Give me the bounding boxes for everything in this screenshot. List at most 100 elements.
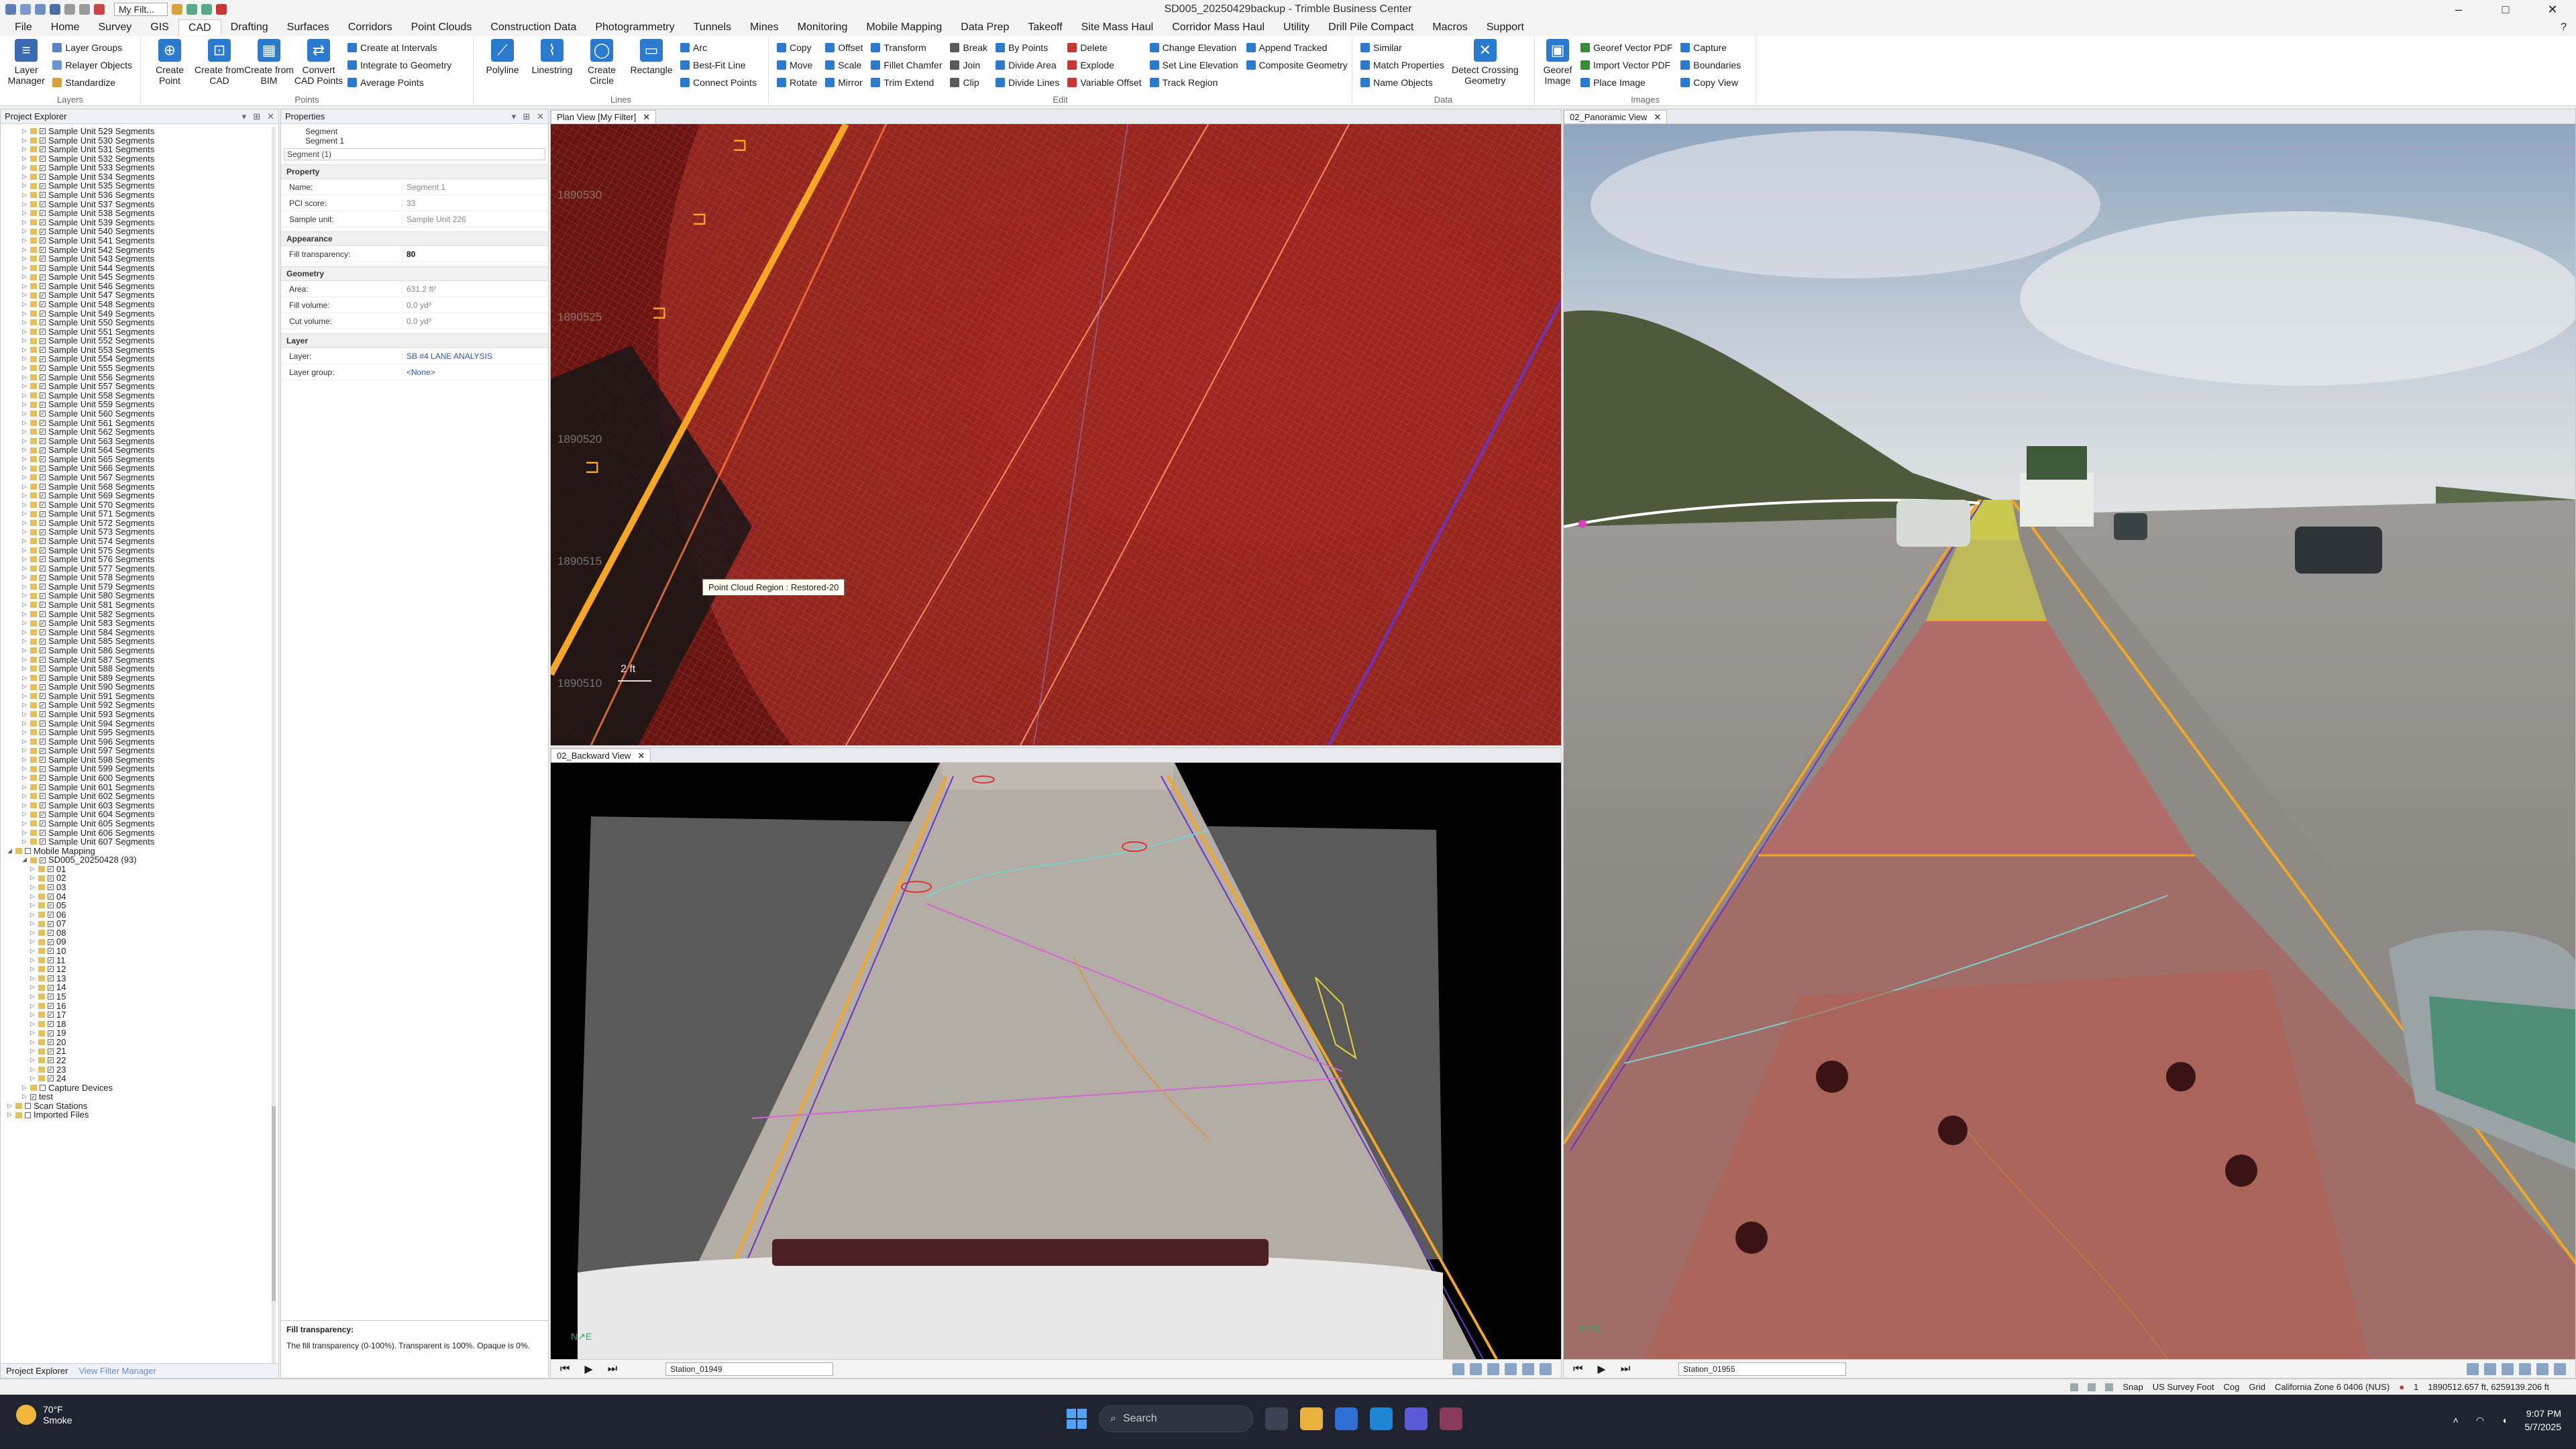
visibility-checkbox[interactable]: ✓ — [48, 957, 54, 963]
pin-icon[interactable]: ⊞ — [253, 111, 260, 122]
visibility-checkbox[interactable]: ✓ — [48, 1048, 54, 1055]
expand-icon[interactable]: ▷ — [22, 1092, 28, 1102]
expand-icon[interactable]: ▷ — [30, 937, 36, 947]
expand-icon[interactable]: ▷ — [30, 1010, 36, 1020]
trim-extend-button[interactable]: Trim Extend — [871, 75, 942, 90]
status-icon[interactable] — [2070, 1383, 2079, 1391]
expand-icon[interactable]: ▷ — [22, 264, 28, 273]
tab-macros[interactable]: Macros — [1423, 19, 1477, 36]
layer-group-field[interactable]: <None> — [402, 367, 548, 377]
tab-backward-view[interactable]: 02_Backward View ✕ — [551, 749, 651, 762]
visibility-checkbox[interactable]: ✓ — [48, 994, 54, 1000]
tree-item-capture-devices[interactable]: ▷ Capture Devices — [7, 1083, 276, 1093]
tab-monitoring[interactable]: Monitoring — [788, 19, 857, 36]
tree-item[interactable]: ▷ ✓ Sample Unit 547 Segments — [7, 290, 276, 300]
visibility-checkbox[interactable]: ✓ — [48, 1020, 54, 1027]
new-icon[interactable] — [20, 4, 31, 15]
visibility-checkbox[interactable]: ✓ — [40, 674, 46, 681]
visibility-checkbox[interactable]: ✓ — [40, 219, 46, 226]
expand-icon[interactable]: ▷ — [22, 236, 28, 246]
tree-item[interactable]: ▷ ✓ Sample Unit 589 Segments — [7, 674, 276, 683]
expand-icon[interactable]: ▷ — [22, 564, 28, 574]
expand-icon[interactable]: ▷ — [22, 327, 28, 337]
visibility-checkbox[interactable]: ✓ — [40, 337, 46, 344]
tree-item[interactable]: ▷ ✓ Sample Unit 530 Segments — [7, 136, 276, 146]
teams-icon[interactable] — [1405, 1407, 1428, 1430]
expand-icon[interactable]: ▷ — [22, 345, 28, 355]
expand-icon[interactable]: ▷ — [22, 527, 28, 537]
expand-icon[interactable]: ▷ — [22, 582, 28, 592]
layer-field[interactable]: SB #4 LANE ANALYSIS — [402, 351, 548, 361]
expand-icon[interactable]: ▷ — [22, 254, 28, 264]
expand-icon[interactable]: ▷ — [22, 764, 28, 773]
tab-utility[interactable]: Utility — [1274, 19, 1319, 36]
georef-vector-pdf-button[interactable]: Georef Vector PDF — [1580, 40, 1672, 55]
visibility-checkbox[interactable]: ✓ — [40, 210, 46, 217]
tree-item-run-segment[interactable]: ▷ ✓ 14 — [7, 983, 276, 992]
visibility-checkbox[interactable]: ✓ — [40, 164, 46, 171]
tab-panoramic-view[interactable]: 02_Panoramic View ✕ — [1564, 110, 1668, 123]
fill-transparency-field[interactable]: 80 — [402, 249, 548, 259]
visibility-checkbox[interactable]: ✓ — [40, 747, 46, 754]
expand-icon[interactable]: ▷ — [22, 819, 28, 828]
track-region-button[interactable]: Track Region — [1149, 75, 1238, 90]
visibility-checkbox[interactable]: ✓ — [40, 274, 46, 280]
plan-view[interactable]: Plan View [My Filter] ✕ ⊐ ⊐ ⊐ ⊐ 1890530 … — [550, 109, 1562, 746]
tab-cad[interactable]: CAD — [178, 19, 221, 36]
expand-icon[interactable]: ▷ — [22, 674, 28, 683]
expand-icon[interactable]: ▷ — [30, 873, 36, 883]
expand-icon[interactable]: ▷ — [22, 191, 28, 200]
tree-item[interactable]: ▷ ✓ Sample Unit 591 Segments — [7, 692, 276, 701]
panoramic-view[interactable]: 02_Panoramic View ✕ N↗E ⏮ ▶ ⏭ Station_01… — [1563, 109, 2576, 1379]
tree-item[interactable]: ▷ ✓ Sample Unit 598 Segments — [7, 755, 276, 765]
standardize-button[interactable]: Standardize — [52, 75, 132, 90]
expand-icon[interactable]: ▷ — [30, 901, 36, 910]
tree-item[interactable]: ▷ ✓ Sample Unit 536 Segments — [7, 191, 276, 200]
tree-item[interactable]: ▷ ✓ Sample Unit 574 Segments — [7, 537, 276, 546]
grid-indicator[interactable]: Grid — [2249, 1382, 2265, 1392]
close-icon[interactable]: ✕ — [643, 112, 650, 122]
integrate-to-geometry-button[interactable]: Integrate to Geometry — [347, 58, 451, 72]
browser-icon[interactable] — [1370, 1407, 1393, 1430]
tree-item[interactable]: ▷ ✓ Sample Unit 561 Segments — [7, 418, 276, 428]
expand-icon[interactable]: ▷ — [22, 801, 28, 810]
tree-item[interactable]: ▷ ✓ Sample Unit 568 Segments — [7, 482, 276, 492]
visibility-checkbox[interactable]: ✓ — [40, 739, 46, 745]
save-icon[interactable] — [50, 4, 60, 15]
record-icon[interactable] — [94, 4, 105, 15]
expand-icon[interactable]: ▷ — [22, 409, 28, 419]
backward-view[interactable]: 02_Backward View ✕ N↗E ⏮ ▶ ⏭ Station_019… — [550, 747, 1562, 1379]
expand-icon[interactable]: ▷ — [30, 974, 36, 983]
expand-icon[interactable]: ▷ — [22, 719, 28, 729]
expand-icon[interactable]: ▷ — [30, 1056, 36, 1065]
tree-item[interactable]: ▷ ✓ Sample Unit 569 Segments — [7, 491, 276, 500]
visibility-checkbox[interactable] — [25, 847, 31, 854]
prev-icon[interactable]: ⏮ — [560, 1363, 570, 1375]
visibility-checkbox[interactable]: ✓ — [40, 356, 46, 362]
backward-view-canvas[interactable]: N↗E — [551, 763, 1562, 1359]
visibility-checkbox[interactable]: ✓ — [48, 1030, 54, 1036]
visibility-checkbox[interactable]: ✓ — [40, 474, 46, 481]
expand-icon[interactable]: ▷ — [22, 692, 28, 701]
expand-icon[interactable]: ▷ — [22, 792, 28, 801]
tree-item[interactable]: ▷ ✓ Sample Unit 531 Segments — [7, 145, 276, 154]
tree-item[interactable]: ▷ ✓ Sample Unit 576 Segments — [7, 555, 276, 564]
tree-item-run-segment[interactable]: ▷ ✓ 17 — [7, 1010, 276, 1020]
visibility-checkbox[interactable] — [40, 1084, 46, 1091]
tab-takeoff[interactable]: Takeoff — [1018, 19, 1071, 36]
tree-item-run-segment[interactable]: ▷ ✓ 15 — [7, 992, 276, 1002]
tree-item[interactable]: ▷ ✓ Sample Unit 559 Segments — [7, 400, 276, 409]
tree-item[interactable]: ▷ ✓ Sample Unit 553 Segments — [7, 345, 276, 355]
taskbar-search[interactable]: ⌕ Search — [1099, 1405, 1253, 1432]
expand-icon[interactable]: ▷ — [30, 910, 36, 920]
visibility-checkbox[interactable]: ✓ — [40, 256, 46, 262]
tree-item[interactable]: ▷ ✓ Sample Unit 544 Segments — [7, 264, 276, 273]
tree-item[interactable]: ▷ ✓ Sample Unit 533 Segments — [7, 163, 276, 172]
expand-icon[interactable]: ▷ — [22, 664, 28, 674]
visibility-checkbox[interactable]: ✓ — [40, 137, 46, 144]
copy-view-button[interactable]: Copy View — [1680, 75, 1741, 90]
trimble-app-icon[interactable] — [1440, 1407, 1462, 1430]
status-icon[interactable] — [2105, 1383, 2114, 1391]
tree-item[interactable]: ▷ ✓ Sample Unit 594 Segments — [7, 718, 276, 729]
tree-item[interactable]: ▷ ✓ Sample Unit 564 Segments — [7, 445, 276, 455]
